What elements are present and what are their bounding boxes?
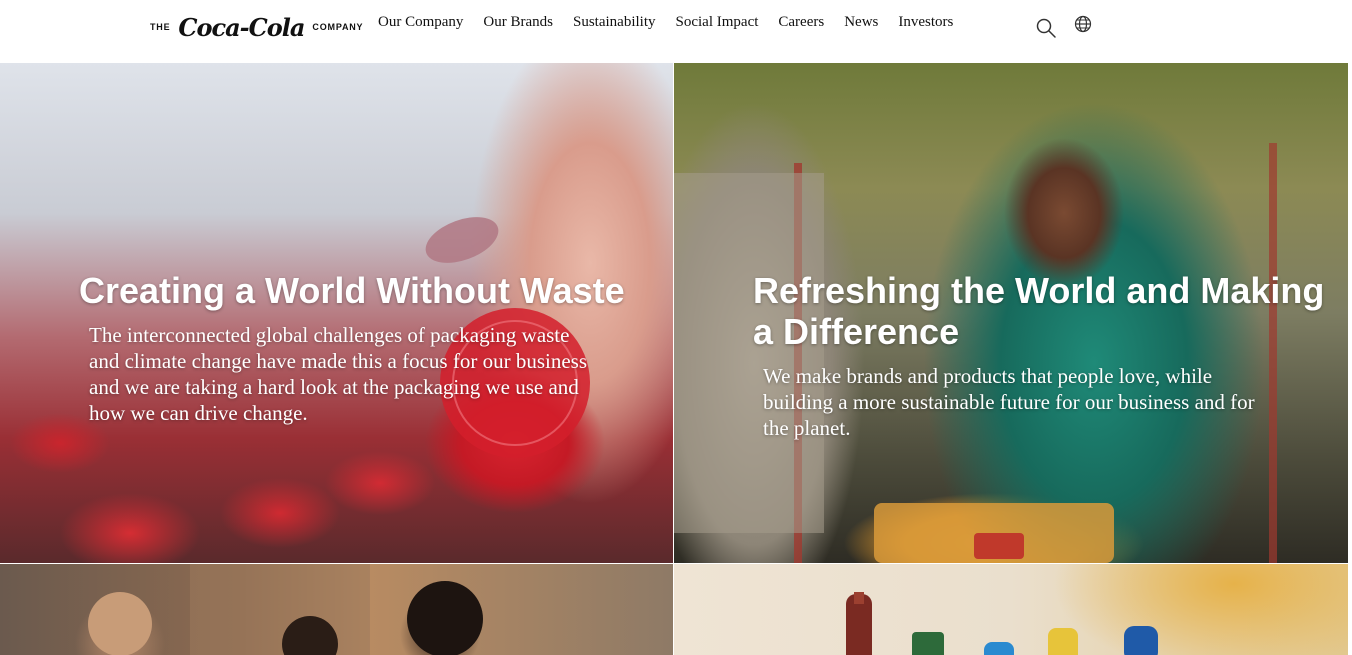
waste-description: The interconnected global challenges of … <box>89 323 588 425</box>
nav-news[interactable]: News <box>844 14 878 31</box>
nav-social-impact[interactable]: Social Impact <box>676 14 759 31</box>
bottles-photo <box>846 592 1158 655</box>
logo-suffix: COMPANY <box>312 22 364 32</box>
nav-careers[interactable]: Careers <box>778 14 824 31</box>
nav-our-company[interactable]: Our Company <box>378 14 463 31</box>
site-header: THE Coca-Cola COMPANY Our Company Our Br… <box>0 0 1352 63</box>
tile-refreshing-the-world[interactable]: Refreshing the World and Making a Differ… <box>674 63 1348 563</box>
main-nav: Our Company Our Brands Sustainability So… <box>378 14 953 31</box>
tile-world-without-waste[interactable]: Creating a World Without Waste The inter… <box>0 63 673 563</box>
waste-heading: Creating a World Without Waste <box>79 270 625 311</box>
nav-investors[interactable]: Investors <box>898 14 953 31</box>
search-icon <box>1036 18 1056 38</box>
bottle-cap-photo <box>425 217 590 458</box>
people-photo <box>88 564 483 655</box>
water-heading: Refreshing the World and Making a Differ… <box>753 270 1325 352</box>
tile-people-photo[interactable] <box>0 564 673 655</box>
nav-sustainability[interactable]: Sustainability <box>573 14 656 31</box>
logo-brand: Coca-Cola <box>178 12 305 42</box>
language-button[interactable] <box>1073 14 1095 36</box>
search-button[interactable] <box>1035 17 1057 39</box>
company-logo[interactable]: THE Coca-Cola COMPANY <box>150 12 363 42</box>
globe-icon <box>1074 15 1092 33</box>
nav-our-brands[interactable]: Our Brands <box>483 14 553 31</box>
logo-prefix: THE <box>150 22 171 32</box>
tile-brands-bottles[interactable] <box>674 564 1348 655</box>
water-description: We make brands and products that people … <box>763 364 1255 440</box>
